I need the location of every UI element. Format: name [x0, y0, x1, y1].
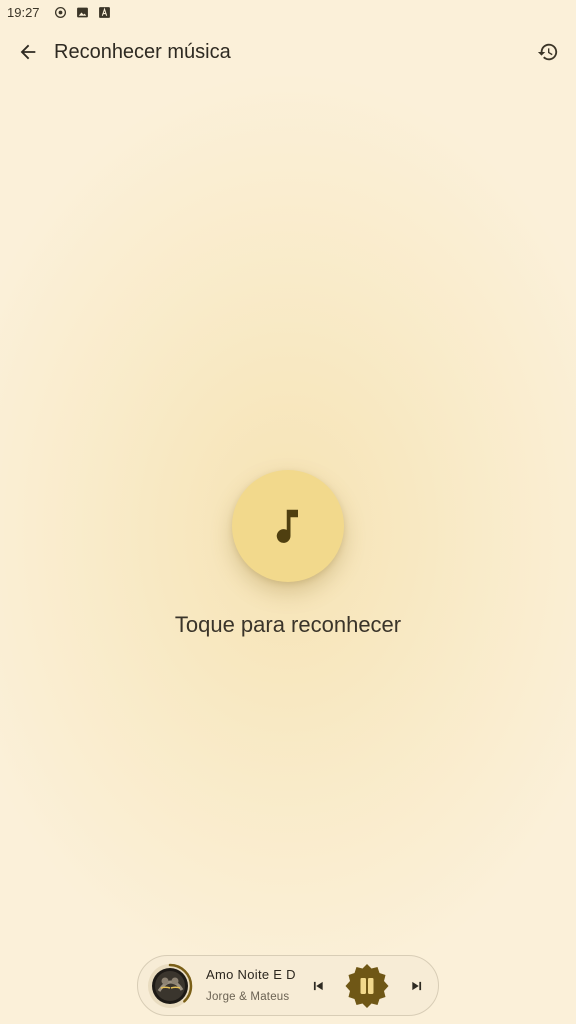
- history-icon: [537, 43, 558, 61]
- image-icon: [76, 5, 90, 19]
- page-title: Reconhecer música: [54, 41, 231, 63]
- cast-icon: [54, 5, 68, 19]
- history-button[interactable]: [528, 32, 568, 72]
- mini-player[interactable]: Amo Noite E D Jorge & Mateus: [137, 955, 439, 1016]
- pause-button[interactable]: [344, 963, 390, 1009]
- skip-next-icon: [412, 981, 422, 991]
- recognize-button[interactable]: [232, 470, 344, 582]
- next-button[interactable]: [406, 975, 428, 997]
- track-title: Amo Noite E D: [206, 967, 296, 982]
- recognize-prompt: Toque para reconhecer: [174, 612, 402, 637]
- arrow-back-icon: [20, 44, 36, 60]
- font-icon: [98, 5, 112, 19]
- skip-previous-icon: [313, 981, 323, 991]
- status-bar: 19:27: [0, 0, 576, 24]
- back-button[interactable]: [8, 32, 48, 72]
- status-time: 19:27: [7, 4, 40, 20]
- music-note-icon: [276, 509, 298, 543]
- pause-icon: [345, 964, 389, 1008]
- album-art[interactable]: [147, 963, 193, 1009]
- track-artist: Jorge & Mateus: [206, 991, 290, 1003]
- app-bar: Reconhecer música: [0, 28, 576, 80]
- previous-button[interactable]: [307, 975, 329, 997]
